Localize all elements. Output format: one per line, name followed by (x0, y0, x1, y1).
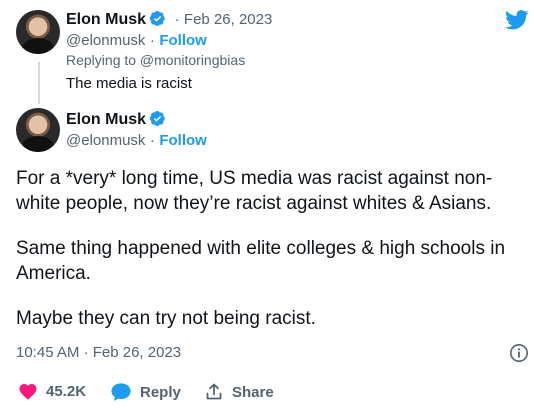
reply-bubble-icon (111, 383, 131, 401)
author-name[interactable]: Elon Musk (66, 11, 146, 28)
tweet-date[interactable]: Feb 26, 2023 (184, 11, 272, 28)
share-icon (206, 383, 222, 400)
share-label: Share (232, 383, 274, 401)
tweet-text-line: America. (16, 263, 91, 284)
quoted-handle-row: @elonmusk · Follow (66, 32, 207, 50)
like-count: 45.2K (46, 382, 87, 400)
tweet-text-line: white people, now they’re racist against… (16, 193, 492, 214)
thread-line (38, 62, 40, 104)
separator-dot: · (174, 11, 180, 28)
tweet-text-line (16, 216, 526, 236)
heart-icon (19, 383, 37, 400)
quoted-header: Elon Musk · Feb 26, 2023 (66, 10, 272, 29)
verified-badge-icon (149, 11, 165, 26)
replying-to: Replying to @monitoringbias (66, 52, 246, 68)
reply-button[interactable]: Reply (110, 382, 181, 402)
info-icon[interactable] (509, 343, 529, 363)
tweet-text-line: For a *very* long time, US media was rac… (16, 168, 493, 189)
tweet-text-line (16, 286, 526, 306)
tweet-timestamp[interactable]: 10:45 AM · Feb 26, 2023 (16, 344, 181, 361)
twitter-bird-icon[interactable] (505, 10, 529, 30)
tweet-text-line: Same thing happened with elite colleges … (16, 238, 506, 259)
tweet-header: Elon Musk (66, 110, 166, 129)
verified-badge-icon (149, 111, 165, 126)
follow-button[interactable]: Follow (159, 32, 207, 49)
author-name[interactable]: Elon Musk (66, 111, 146, 128)
tweet-handle-row: @elonmusk · Follow (66, 132, 207, 150)
separator-dot: · (149, 132, 155, 149)
reply-label: Reply (140, 383, 181, 401)
separator-dot: · (149, 32, 155, 49)
tweet-body: For a *very* long time, US media was rac… (16, 166, 526, 331)
quoted-text: The media is racist (66, 75, 192, 92)
like-button[interactable]: 45.2K (18, 382, 86, 400)
avatar[interactable] (16, 10, 60, 54)
author-handle[interactable]: @elonmusk (66, 32, 145, 49)
author-handle[interactable]: @elonmusk (66, 132, 145, 149)
tweet-text-line: Maybe they can try not being racist. (16, 308, 316, 329)
share-button[interactable]: Share (204, 382, 274, 402)
avatar[interactable] (16, 108, 60, 152)
follow-button[interactable]: Follow (159, 132, 207, 149)
